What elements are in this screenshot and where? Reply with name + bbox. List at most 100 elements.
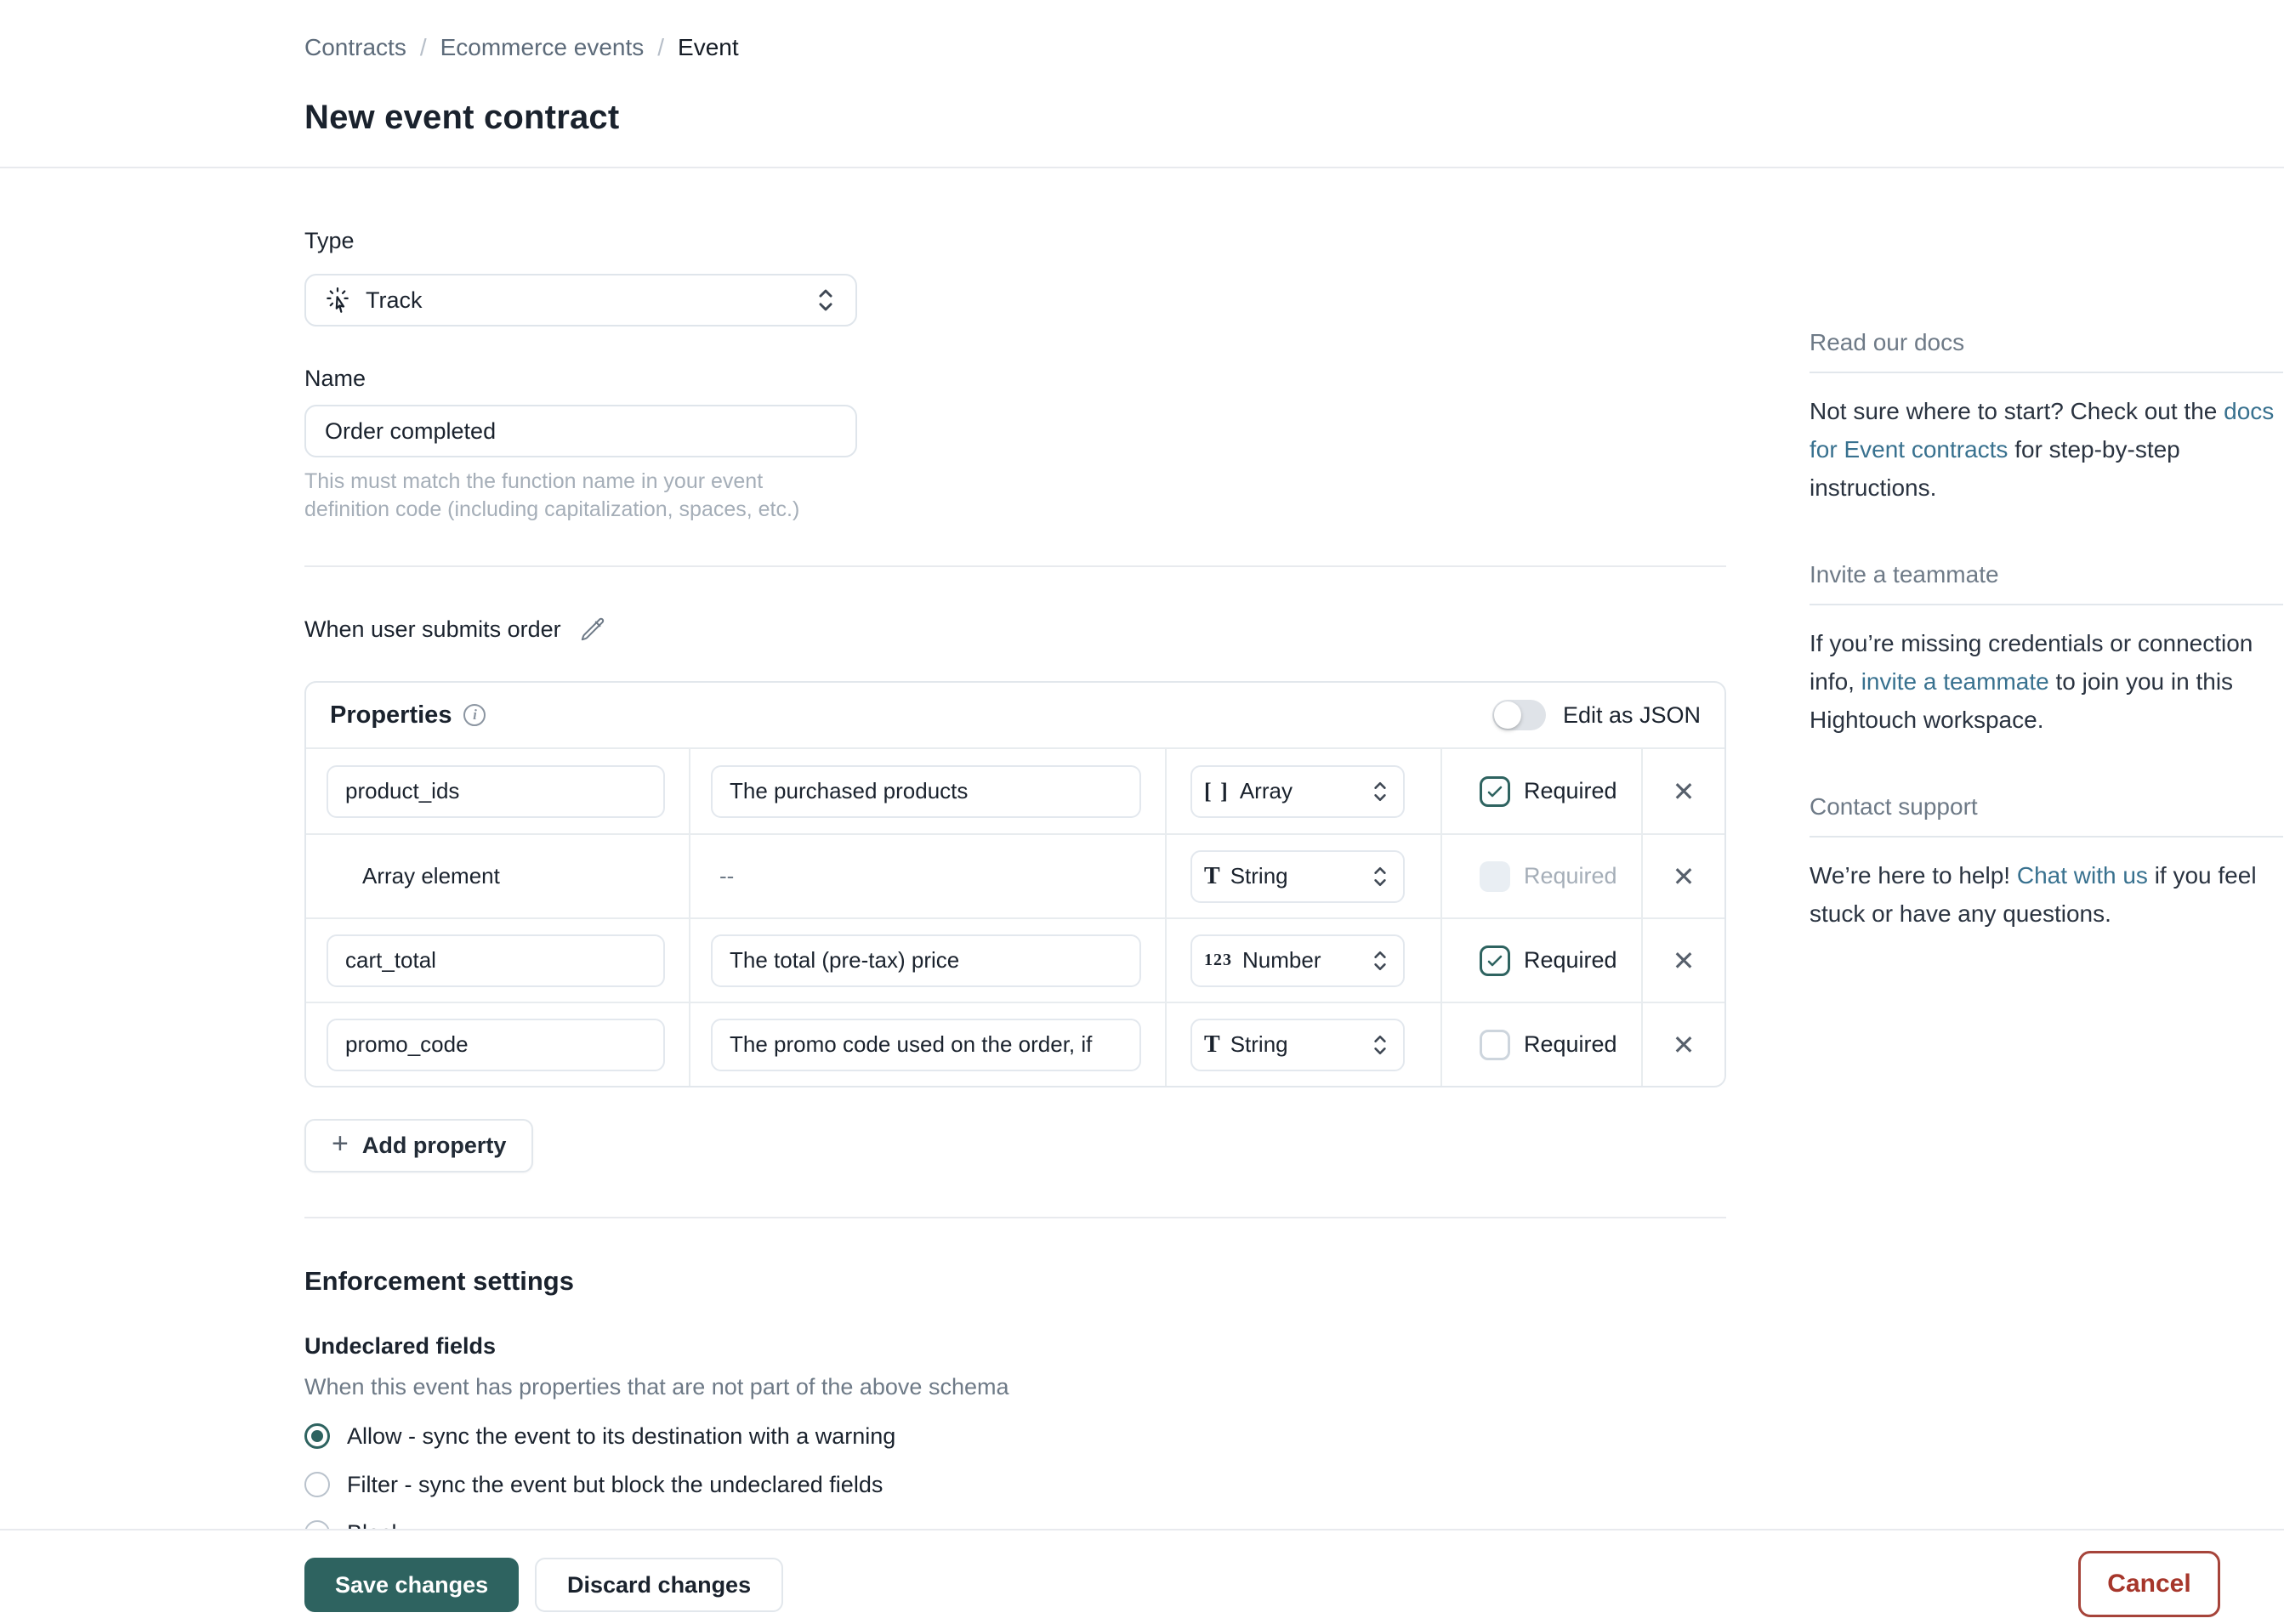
divider <box>304 1217 1726 1218</box>
property-static-description: -- <box>719 863 734 889</box>
chevron-updown-icon <box>1369 863 1391 890</box>
required-checkbox-disabled <box>1480 861 1510 892</box>
property-type-select[interactable]: T String <box>1190 850 1405 903</box>
property-description-input[interactable] <box>711 934 1141 987</box>
breadcrumb-current: Event <box>678 32 739 63</box>
required-label: Required <box>1524 863 1617 889</box>
sidebar-text-part: We’re here to help! <box>1810 862 2017 889</box>
footer-action-bar: Save changes Discard changes Cancel <box>0 1529 2284 1624</box>
save-changes-button[interactable]: Save changes <box>304 1558 519 1612</box>
page-title: New event contract <box>304 97 2284 138</box>
sidebar-text: If you’re missing credentials or connect… <box>1810 624 2283 739</box>
property-row-cart-total: 123 Number Required ✕ <box>306 917 1724 1002</box>
discard-changes-button[interactable]: Discard changes <box>535 1558 783 1612</box>
required-checkbox[interactable] <box>1480 945 1510 976</box>
name-helper-text: This must match the function name in you… <box>304 468 849 524</box>
required-label: Required <box>1524 947 1617 974</box>
undeclared-fields-title: Undeclared fields <box>304 1332 1726 1360</box>
radio-selected-icon[interactable] <box>304 1423 330 1449</box>
delete-row-icon[interactable]: ✕ <box>1668 773 1701 810</box>
name-label: Name <box>304 364 1726 393</box>
sidebar-text-part: Not sure where to start? Check out the <box>1810 398 2224 424</box>
radio-label: Allow - sync the event to its destinatio… <box>347 1423 895 1450</box>
type-label: Type <box>304 226 1726 255</box>
property-name-input[interactable] <box>327 765 665 818</box>
sidebar-section-docs: Read our docs Not sure where to start? C… <box>1810 327 2283 507</box>
property-description-input[interactable] <box>711 1019 1141 1071</box>
help-sidebar: Read our docs Not sure where to start? C… <box>1810 327 2283 985</box>
cancel-button[interactable]: Cancel <box>2078 1551 2220 1617</box>
required-checkbox[interactable] <box>1480 776 1510 807</box>
page: Contracts / Ecommerce events / Event New… <box>0 0 2284 1624</box>
property-type-value: Array <box>1240 778 1369 804</box>
required-label: Required <box>1524 1031 1617 1058</box>
property-name-input[interactable] <box>327 1019 665 1071</box>
edit-as-json-toggle[interactable] <box>1492 700 1546 730</box>
property-type-value: String <box>1230 1031 1369 1058</box>
radio-unselected-icon[interactable] <box>304 1472 330 1497</box>
add-property-button[interactable]: + Add property <box>304 1119 533 1173</box>
chat-with-us-link[interactable]: Chat with us <box>2017 862 2148 889</box>
sidebar-text: We’re here to help! Chat with us if you … <box>1810 856 2283 933</box>
properties-title: Properties <box>330 701 452 730</box>
delete-row-icon[interactable]: ✕ <box>1668 942 1701 980</box>
breadcrumb-contracts[interactable]: Contracts <box>304 32 406 63</box>
divider <box>1810 604 2283 605</box>
required-checkbox[interactable] <box>1480 1030 1510 1060</box>
divider <box>1810 836 2283 838</box>
type-select[interactable]: Track <box>304 274 857 327</box>
property-row-product-ids: [ ] Array Required ✕ <box>306 749 1724 833</box>
radio-option-filter[interactable]: Filter - sync the event but block the un… <box>304 1468 1726 1501</box>
property-type-select[interactable]: T String <box>1190 1019 1405 1071</box>
required-label: Required <box>1524 778 1617 804</box>
number-type-icon: 123 <box>1204 951 1232 970</box>
sidebar-heading: Invite a teammate <box>1810 559 2283 590</box>
type-select-value: Track <box>366 287 813 314</box>
sidebar-section-invite: Invite a teammate If you’re missing cred… <box>1810 559 2283 739</box>
chevron-updown-icon <box>1369 1031 1391 1059</box>
sidebar-text: Not sure where to start? Check out the d… <box>1810 392 2283 507</box>
event-contract-title: When user submits order <box>304 616 561 643</box>
divider <box>304 565 1726 567</box>
property-row-array-element: Array element -- T String Required ✕ <box>306 833 1724 917</box>
undeclared-fields-description: When this event has properties that are … <box>304 1372 1726 1401</box>
property-static-name: Array element <box>362 863 500 889</box>
property-type-value: Number <box>1242 947 1369 974</box>
invite-teammate-link[interactable]: invite a teammate <box>1861 668 2049 695</box>
delete-row-icon[interactable]: ✕ <box>1668 858 1701 895</box>
edit-pencil-icon[interactable] <box>580 616 605 642</box>
radio-option-allow[interactable]: Allow - sync the event to its destinatio… <box>304 1420 1726 1452</box>
property-description-input[interactable] <box>711 765 1141 818</box>
breadcrumb-separator: / <box>420 32 427 63</box>
breadcrumb: Contracts / Ecommerce events / Event <box>304 32 2284 63</box>
enforcement-settings-title: Enforcement settings <box>304 1265 1726 1297</box>
name-input[interactable] <box>304 405 857 457</box>
array-type-icon: [ ] <box>1204 779 1230 804</box>
page-header: Contracts / Ecommerce events / Event New… <box>0 0 2284 168</box>
add-property-label: Add property <box>362 1133 507 1159</box>
main-content: Type Track Name This must match the func… <box>304 167 1726 1549</box>
edit-as-json-label: Edit as JSON <box>1563 702 1701 729</box>
properties-header: Properties i Edit as JSON <box>306 683 1724 749</box>
chevron-updown-icon <box>1369 778 1391 805</box>
radio-label: Filter - sync the event but block the un… <box>347 1472 883 1498</box>
plus-icon: + <box>332 1127 349 1161</box>
property-name-input[interactable] <box>327 934 665 987</box>
sidebar-section-support: Contact support We’re here to help! Chat… <box>1810 792 2283 933</box>
string-type-icon: T <box>1204 1031 1220 1059</box>
info-icon: i <box>463 704 486 726</box>
property-type-value: String <box>1230 863 1369 889</box>
property-type-select[interactable]: [ ] Array <box>1190 765 1405 818</box>
sidebar-heading: Contact support <box>1810 792 2283 822</box>
cursor-click-icon <box>323 286 352 315</box>
properties-panel: Properties i Edit as JSON [ ] Array <box>304 681 1726 1087</box>
breadcrumb-ecommerce-events[interactable]: Ecommerce events <box>440 32 645 63</box>
string-type-icon: T <box>1204 863 1220 890</box>
property-row-promo-code: T String Required ✕ <box>306 1002 1724 1086</box>
property-type-select[interactable]: 123 Number <box>1190 934 1405 987</box>
chevron-updown-icon <box>1369 947 1391 974</box>
delete-row-icon[interactable]: ✕ <box>1668 1026 1701 1064</box>
chevron-updown-icon <box>813 286 838 315</box>
breadcrumb-separator: / <box>657 32 664 63</box>
divider <box>1810 372 2283 373</box>
